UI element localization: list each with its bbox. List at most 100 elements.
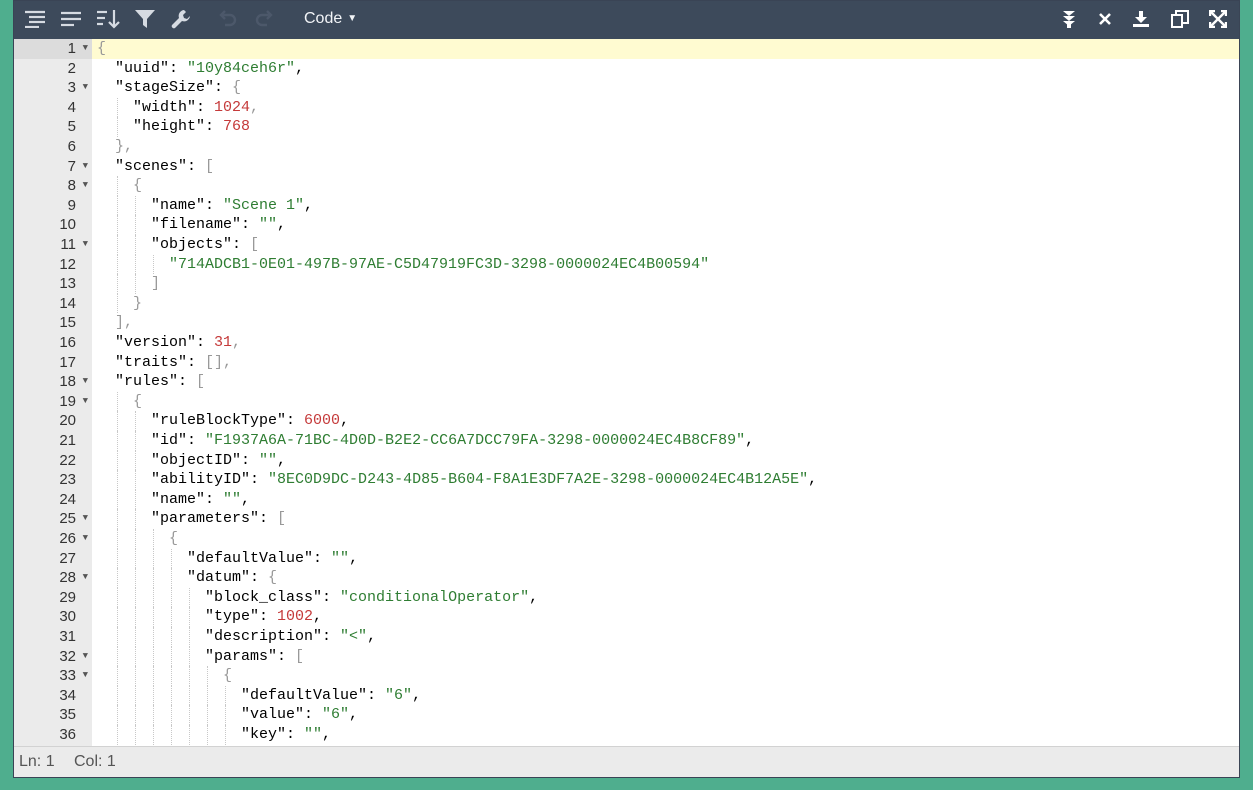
code-area[interactable]: 1 ▼{2 "uuid": "10y84ceh6r", 3 ▼ "stageSize": …: [14, 39, 1239, 746]
code-line[interactable]: 20 "ruleBlockType": 6000,: [14, 411, 1239, 431]
redo-button[interactable]: [252, 7, 278, 31]
indent-guide: [153, 666, 154, 686]
fold-toggle-icon[interactable]: ▼: [83, 157, 88, 177]
indent-guide: [153, 627, 154, 647]
indent-guide: [153, 705, 154, 725]
clear-button[interactable]: [1092, 7, 1118, 31]
code-line[interactable]: 22 "objectID": "",: [14, 450, 1239, 471]
indent-guide: [135, 666, 136, 686]
fold-toggle-icon[interactable]: ▼: [83, 647, 88, 667]
code-line[interactable]: 6},: [14, 137, 1239, 157]
fold-toggle-icon[interactable]: ▼: [83, 176, 88, 196]
transform-button[interactable]: [1056, 7, 1082, 31]
number-token: 1002: [277, 608, 314, 626]
code-line[interactable]: 31 "description": "<",: [14, 627, 1239, 647]
indent-guide: [171, 705, 172, 725]
copy-button[interactable]: [1167, 7, 1193, 31]
fold-toggle-icon[interactable]: ▼: [83, 529, 88, 549]
code-text: ],: [115, 313, 133, 333]
code-line[interactable]: 23 "abilityID": "8EC0D9DC-D243-4D85-B604-…: [14, 470, 1239, 490]
code-line[interactable]: 17 "traits": [],: [14, 353, 1239, 373]
code-line[interactable]: 34 "defaultValue": "6",: [14, 685, 1239, 706]
download-button[interactable]: [1128, 7, 1154, 31]
code-line[interactable]: 5 "height": 768: [14, 117, 1239, 137]
undo-icon: [219, 10, 237, 27]
compact-button[interactable]: [58, 7, 84, 31]
code-line[interactable]: 29 "block_class": "conditionalOperator",: [14, 587, 1239, 608]
key-token: :: [196, 98, 215, 116]
indent-guide: [117, 411, 118, 431]
code-line[interactable]: 30 "type": 1002,: [14, 607, 1239, 627]
key-token: "abilityID": [151, 471, 251, 489]
fold-toggle-icon[interactable]: ▼: [83, 39, 88, 59]
fold-toggle-icon[interactable]: ▼: [83, 666, 88, 686]
key-token: "rules": [115, 373, 179, 391]
transform-icon: [1063, 11, 1075, 28]
indent-guide: [117, 293, 118, 314]
code-line[interactable]: 10 "filename": "",: [14, 215, 1239, 235]
code-line[interactable]: 19 ▼ {: [14, 391, 1239, 412]
string-token: "6": [385, 686, 413, 704]
line-number: 11: [60, 236, 76, 253]
fold-toggle-icon[interactable]: ▼: [83, 78, 88, 98]
undo-button[interactable]: [214, 7, 240, 31]
code-line[interactable]: 21 "id": "F1937A6A-71BC-4D0D-B2E2-CC6A7DC…: [14, 431, 1239, 451]
format-button[interactable]: [22, 7, 48, 31]
sort-button[interactable]: [95, 7, 121, 31]
code-line[interactable]: 33 ▼ {: [14, 666, 1239, 686]
code-line[interactable]: 15],: [14, 313, 1239, 333]
code-text: "objects": [: [151, 235, 259, 255]
code-line[interactable]: 24 "name": "",: [14, 489, 1239, 510]
string-token: "<": [340, 628, 368, 645]
filter-button[interactable]: [132, 7, 158, 31]
indent-guide: [135, 568, 136, 588]
code-line[interactable]: 35 "value": "6",: [14, 705, 1239, 725]
key-token: :: [187, 353, 206, 371]
code-line[interactable]: 12 "714ADCB1-0E01-497B-97AE-C5D47919FC3D-…: [14, 254, 1239, 275]
line-number-cell: 17: [14, 353, 92, 373]
json-editor: Code ▼ 1 ▼{2 "uuid": "10y84ceh6r", 3 ▼ "stageS…: [13, 0, 1240, 778]
mode-selector[interactable]: Code ▼: [304, 9, 357, 29]
key-token: ,: [412, 686, 422, 704]
code-line[interactable]: 7 ▼ "scenes": [: [14, 157, 1239, 177]
key-token: "name": [151, 490, 206, 508]
fold-toggle-icon[interactable]: ▼: [83, 372, 88, 392]
punctuation-token: {: [223, 667, 233, 685]
bottom-strip: [0, 790, 1253, 797]
code-line[interactable]: 25 ▼ "parameters": [: [14, 509, 1239, 529]
code-line[interactable]: 11 ▼ "objects": [: [14, 235, 1239, 255]
code-line[interactable]: 3 ▼ "stageSize": {: [14, 78, 1239, 98]
indent-guide: [117, 568, 118, 588]
fold-toggle-icon[interactable]: ▼: [83, 392, 88, 412]
code-line[interactable]: 1 ▼{: [14, 39, 1239, 59]
code-line[interactable]: 36 "key": "",: [14, 725, 1239, 745]
fold-toggle-icon[interactable]: ▼: [83, 235, 88, 255]
fold-toggle-icon[interactable]: ▼: [83, 509, 88, 529]
indent-guide: [135, 529, 136, 549]
code-text: {: [133, 392, 142, 412]
fullscreen-button[interactable]: [1205, 7, 1231, 31]
fold-toggle-icon[interactable]: ▼: [83, 568, 88, 588]
line-number-cell: 5: [14, 117, 92, 137]
code-line[interactable]: 4 "width": 1024,: [14, 97, 1239, 118]
code-line[interactable]: 16 "version": 31,: [14, 333, 1239, 353]
indent-guide: [153, 587, 154, 608]
code-line[interactable]: 28 ▼ "datum": {: [14, 568, 1239, 588]
string-token: "": [259, 216, 278, 234]
code-line[interactable]: 9 "name": "Scene 1",: [14, 195, 1239, 216]
code-line[interactable]: 2 "uuid": "10y84ceh6r",: [14, 59, 1239, 79]
code-line[interactable]: 32 ▼ "params": [: [14, 646, 1239, 667]
punctuation-token: {: [97, 40, 107, 57]
code-line[interactable]: 8 ▼{: [14, 176, 1239, 196]
key-token: :: [259, 510, 278, 528]
key-token: "key": [241, 726, 287, 743]
code-line[interactable]: 27 "defaultValue": "",: [14, 548, 1239, 569]
key-token: "scenes": [115, 157, 188, 175]
line-number: 7: [67, 157, 76, 175]
code-line[interactable]: 26 ▼ {: [14, 529, 1239, 549]
repair-button[interactable]: [168, 7, 194, 31]
code-line[interactable]: 18 ▼ "rules": [: [14, 372, 1239, 392]
code-line[interactable]: 14}: [14, 293, 1239, 314]
code-line[interactable]: 13]: [14, 274, 1239, 294]
code-text: {: [133, 176, 142, 196]
